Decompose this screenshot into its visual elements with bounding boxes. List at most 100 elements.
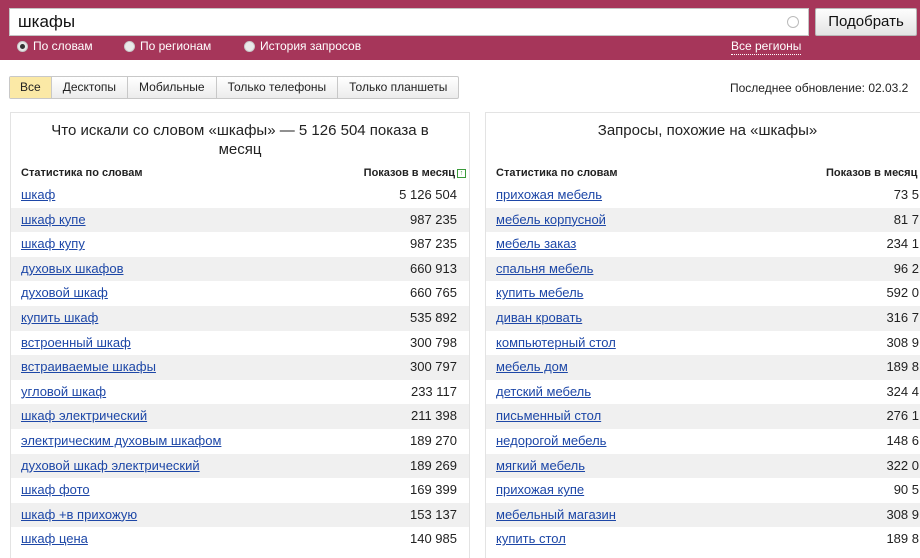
table-row: мебель дом 189 8 xyxy=(486,355,920,380)
keyword-link[interactable]: детский мебель xyxy=(496,380,591,405)
keyword-link[interactable]: шкаф электрический xyxy=(21,404,147,429)
count-column-header-label: Показов в месяц xyxy=(363,167,455,179)
keyword-link[interactable]: письменный стол xyxy=(496,404,601,429)
submit-button[interactable]: Подобрать xyxy=(815,8,917,36)
impressions-count: 5 126 504 xyxy=(399,187,457,202)
table-row: купить стол 189 8 xyxy=(486,527,920,552)
mode-by-regions-radio[interactable]: По регионам xyxy=(124,38,211,54)
keyword-link[interactable]: духовой шкаф xyxy=(21,281,108,306)
impressions-count: 189 8 xyxy=(886,531,919,547)
impressions-count: 987 235 xyxy=(410,211,457,227)
keyword-link[interactable]: мягкий мебель xyxy=(496,454,585,479)
phrase-column-header: Статистика по словам xyxy=(496,167,618,179)
keyword-link[interactable]: мебель заказ xyxy=(496,232,576,257)
impressions-count: 592 0 xyxy=(886,285,919,301)
impressions-count: 81 7 xyxy=(893,211,919,227)
impressions-count: 535 892 xyxy=(410,309,457,325)
impressions-count: 316 7 xyxy=(886,309,919,325)
impressions-count: 660 913 xyxy=(410,260,457,276)
keyword-link[interactable]: компьютерный стол xyxy=(496,331,616,356)
impressions-count: 660 765 xyxy=(410,285,457,301)
keyword-link[interactable]: духовых шкафов xyxy=(21,257,124,282)
table-row: шкаф купе 987 235 xyxy=(11,207,469,233)
table-row: мебель корпусной 81 7 xyxy=(486,207,920,233)
count-column-header: Показов в месяц xyxy=(826,167,918,179)
keyword-link[interactable]: мебель корпусной xyxy=(496,208,606,233)
keyword-link[interactable]: шкаф фото xyxy=(21,478,90,503)
table-row: шкаф 5 126 504 xyxy=(11,183,469,208)
words-panel-title: Что искали со словом «шкафы» — 5 126 504… xyxy=(51,122,429,158)
impressions-count: 300 797 xyxy=(410,359,457,375)
table-row: мебельный магазин 308 9 xyxy=(486,502,920,528)
table-row: недорогой мебель 148 6 xyxy=(486,429,920,454)
count-column-header: Показов в месяц ↑ xyxy=(364,167,466,179)
table-row: письменный стол 276 1 xyxy=(486,404,920,429)
impressions-count: 324 4 xyxy=(886,383,919,399)
radio-selected-icon xyxy=(17,40,28,52)
keyword-link[interactable]: шкаф цена xyxy=(21,527,88,552)
phrase-column-header: Статистика по словам xyxy=(21,167,143,179)
device-tabs: Все Десктопы Мобильные Только телефоны Т… xyxy=(9,76,460,99)
words-table: шкаф 5 126 504 шкаф купе 987 235 шкаф купу 98… xyxy=(11,183,469,552)
keyword-link[interactable]: купить мебель xyxy=(496,281,583,306)
table-row: прихожая мебель 73 5 xyxy=(486,183,920,208)
last-update-text: Последнее обновление: 02.03.2 xyxy=(730,81,909,95)
table-row: электрическим духовым шкафом 189 270 xyxy=(11,429,469,454)
all-regions-link[interactable]: Все регионы xyxy=(731,38,802,55)
table-row: духовых шкафов 660 913 xyxy=(11,256,469,282)
export-icon[interactable]: ↑ xyxy=(457,169,466,178)
keyword-link[interactable]: недорогой мебель xyxy=(496,429,606,454)
keyword-link[interactable]: угловой шкаф xyxy=(21,380,106,405)
mode-history-radio[interactable]: История запросов xyxy=(244,38,361,54)
keyword-link[interactable]: шкаф купу xyxy=(21,232,85,257)
impressions-count: 308 9 xyxy=(886,334,919,350)
impressions-count: 300 798 xyxy=(410,334,457,350)
table-row: прихожая купе 90 5 xyxy=(486,478,920,503)
table-row: шкаф купу 987 235 xyxy=(11,232,469,257)
table-row: спальня мебель 96 2 xyxy=(486,256,920,282)
impressions-count: 90 5 xyxy=(893,482,919,498)
table-row: шкаф +в прихожую 153 137 xyxy=(11,502,469,528)
keyword-link[interactable]: духовой шкаф электрический xyxy=(21,454,200,479)
search-input[interactable]: шкафы xyxy=(9,8,809,36)
keyword-link[interactable]: мебель дом xyxy=(496,355,568,380)
keyword-link[interactable]: шкаф xyxy=(21,183,55,208)
keyword-link[interactable]: встроенный шкаф xyxy=(21,331,131,356)
impressions-count: 233 117 xyxy=(410,383,457,399)
keyword-link[interactable]: встраиваемые шкафы xyxy=(21,355,156,380)
impressions-count: 322 0 xyxy=(886,457,919,473)
keyword-link[interactable]: шкаф купе xyxy=(21,208,86,233)
keyword-link[interactable]: мебельный магазин xyxy=(496,503,616,528)
keyword-link[interactable]: электрическим духовым шкафом xyxy=(21,429,221,454)
mode-by-words-label: По словам xyxy=(33,39,93,53)
keyword-link[interactable]: купить стол xyxy=(496,527,566,552)
keyword-link[interactable]: купить шкаф xyxy=(21,306,98,331)
table-row: купить шкаф 535 892 xyxy=(11,305,469,331)
impressions-count: 140 985 xyxy=(410,531,457,547)
table-row: духовой шкаф 660 765 xyxy=(11,281,469,306)
impressions-count: 189 270 xyxy=(410,432,457,448)
impressions-count: 169 399 xyxy=(410,482,457,498)
mode-by-words-radio[interactable]: По словам xyxy=(17,38,93,54)
keyword-link[interactable]: диван кровать xyxy=(496,306,582,331)
impressions-count: 234 1 xyxy=(886,236,919,252)
tab-desktops[interactable]: Десктопы xyxy=(52,77,129,98)
tab-all[interactable]: Все xyxy=(10,77,52,98)
tab-tablets-only[interactable]: Только планшеты xyxy=(338,77,458,98)
keyword-link[interactable]: шкаф +в прихожую xyxy=(21,503,137,528)
table-row: мягкий мебель 322 0 xyxy=(486,453,920,479)
words-stats-panel: Что искали со словом «шкафы» — 5 126 504… xyxy=(10,112,470,558)
keyword-link[interactable]: прихожая купе xyxy=(496,478,584,503)
clear-search-icon[interactable] xyxy=(787,16,799,28)
table-row: купить мебель 592 0 xyxy=(486,281,920,306)
table-row: диван кровать 316 7 xyxy=(486,305,920,331)
keyword-link[interactable]: прихожая мебель xyxy=(496,183,602,208)
impressions-count: 73 5 xyxy=(893,187,919,202)
tab-phones-only[interactable]: Только телефоны xyxy=(217,77,339,98)
radio-icon xyxy=(244,40,255,52)
table-row: компьютерный стол 308 9 xyxy=(486,331,920,356)
keyword-link[interactable]: спальня мебель xyxy=(496,257,593,282)
mode-by-regions-label: По регионам xyxy=(140,39,212,53)
tab-mobile[interactable]: Мобильные xyxy=(128,77,217,98)
impressions-count: 987 235 xyxy=(410,236,457,252)
